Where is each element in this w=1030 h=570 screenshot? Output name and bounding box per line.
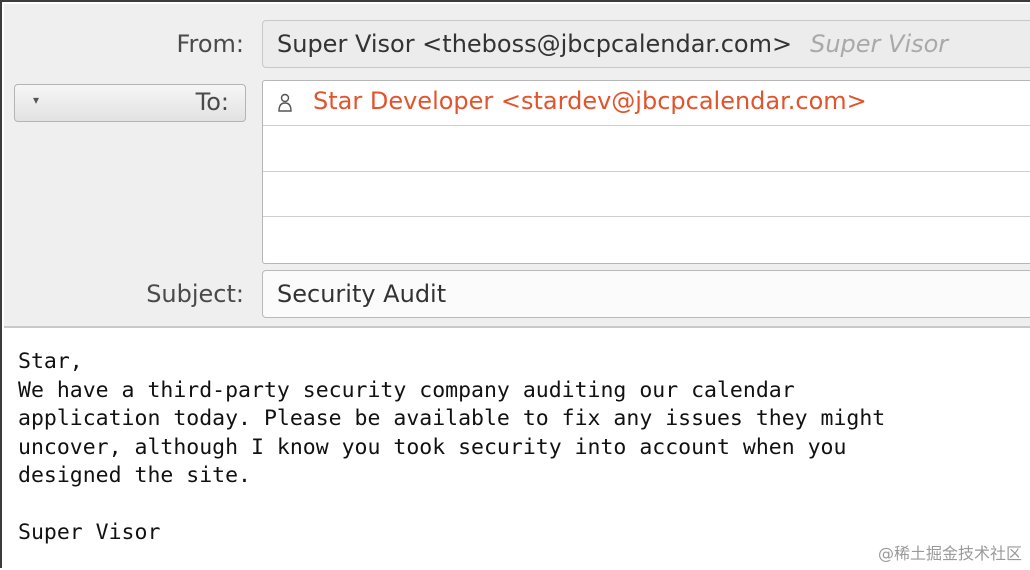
subject-label: Subject: xyxy=(146,280,244,308)
from-label: From: xyxy=(176,30,244,58)
body-line: uncover, although I know you took securi… xyxy=(18,434,847,460)
recipient-row-empty[interactable] xyxy=(263,127,1030,172)
to-recipient-list[interactable]: Star Developer <stardev@jbcpcalendar.com… xyxy=(262,80,1030,264)
recipient-row[interactable]: Star Developer <stardev@jbcpcalendar.com… xyxy=(263,81,1030,126)
recipient-row-empty[interactable] xyxy=(263,218,1030,263)
message-body[interactable]: Star, We have a third-party security comp… xyxy=(18,348,1018,548)
compose-window: From: Super Visor <theboss@jbcpcalendar.… xyxy=(0,0,1030,568)
watermark: @稀土掘金技术社区 xyxy=(877,544,1022,563)
body-line: Star, xyxy=(18,349,83,374)
from-value: Super Visor <theboss@jbcpcalendar.com> xyxy=(277,30,793,58)
caret-down-icon: ▾ xyxy=(33,93,40,107)
person-icon xyxy=(278,93,292,112)
body-line: We have a third-party security company a… xyxy=(18,377,795,403)
from-identity-hint: Super Visor xyxy=(810,30,949,58)
to-label: To: xyxy=(195,88,229,116)
to-recipient-type-button[interactable]: ▾ To: xyxy=(14,84,246,122)
recipient-address: Star Developer <stardev@jbcpcalendar.com… xyxy=(313,87,867,115)
body-line: designed the site. xyxy=(18,463,251,488)
compose-header: From: Super Visor <theboss@jbcpcalendar.… xyxy=(4,4,1030,328)
from-field[interactable]: Super Visor <theboss@jbcpcalendar.com> Su… xyxy=(262,20,1030,68)
recipient-row-empty[interactable] xyxy=(263,172,1030,217)
subject-input[interactable]: Security Audit xyxy=(262,270,1030,318)
body-line: Super Visor xyxy=(18,520,161,545)
body-line xyxy=(18,491,1018,520)
body-line: application today. Please be available t… xyxy=(18,406,886,431)
